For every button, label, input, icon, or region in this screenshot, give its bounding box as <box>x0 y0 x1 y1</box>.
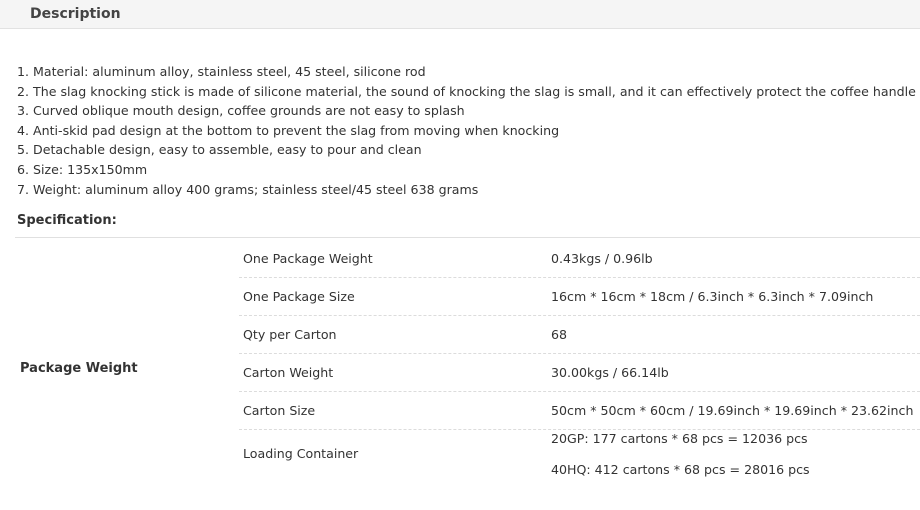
description-item: 1. Material: aluminum alloy, stainless s… <box>17 64 426 79</box>
spec-value: 68 <box>551 327 568 342</box>
container-line-40hq: 40HQ: 412 cartons * 68 pcs = 28016 pcs <box>551 462 810 477</box>
description-item: 6. Size: 135x150mm <box>17 161 148 177</box>
spec-name: Qty per Carton <box>243 327 337 342</box>
container-line-20gp: 20GP: 177 cartons * 68 pcs = 12036 pcs <box>551 431 808 446</box>
description-title: Description <box>30 6 121 22</box>
description-item: 4. Anti-skid pad design at the bottom to… <box>17 122 560 138</box>
description-item: 5. Detachable design, easy to assemble, … <box>17 142 422 158</box>
description-item: 2. The slag knocking stick is made of si… <box>17 83 916 99</box>
table-row: One Package Weight 0.43kgs / 0.96lb <box>239 240 920 278</box>
spec-name: Carton Size <box>243 403 316 418</box>
description-tab-header: Description <box>0 0 920 29</box>
specification-table: One Package Weight 0.43kgs / 0.96lb One … <box>239 240 920 510</box>
spec-name: One Package Size <box>243 289 355 304</box>
specification-divider <box>15 237 920 238</box>
description-item: 7. Weight: aluminum alloy 400 grams; sta… <box>17 181 479 197</box>
package-weight-group-label: Package Weight <box>20 361 138 376</box>
spec-name: Loading Container <box>243 446 359 461</box>
spec-value: 30.00kgs / 66.14lb <box>551 365 669 380</box>
description-item: 3. Curved oblique mouth design, coffee g… <box>17 103 465 119</box>
table-row: One Package Size 16cm * 16cm * 18cm / 6.… <box>239 278 920 316</box>
table-row: Qty per Carton 68 <box>239 316 920 354</box>
spec-value: 50cm * 50cm * 60cm / 19.69inch * 19.69in… <box>551 403 914 418</box>
table-row: Carton Weight 30.00kgs / 66.14lb <box>239 354 920 392</box>
specification-title: Specification: <box>17 213 117 228</box>
table-row: Loading Container 20GP: 177 cartons * 68… <box>239 430 920 510</box>
spec-value: 20GP: 177 cartons * 68 pcs = 12036 pcs 4… <box>551 429 810 491</box>
spec-name: Carton Weight <box>243 365 334 380</box>
spec-value: 16cm * 16cm * 18cm / 6.3inch * 6.3inch *… <box>551 289 874 304</box>
table-row: Carton Size 50cm * 50cm * 60cm / 19.69in… <box>239 392 920 430</box>
description-list: 1. Material: aluminum alloy, stainless s… <box>17 62 916 199</box>
spec-value: 0.43kgs / 0.96lb <box>551 251 653 266</box>
spec-name: One Package Weight <box>243 251 373 266</box>
